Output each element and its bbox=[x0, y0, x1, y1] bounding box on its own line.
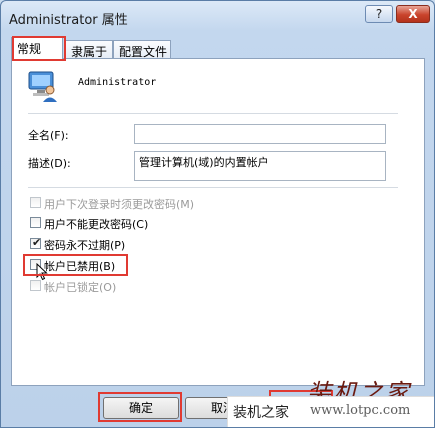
description-input[interactable]: 管理计算机(域)的内置帐户 bbox=[134, 151, 386, 181]
user-icon bbox=[28, 71, 57, 102]
separator bbox=[28, 187, 398, 188]
help-button[interactable]: ? bbox=[365, 5, 393, 23]
general-panel: Administrator 全名(F): 描述(D): 管理计算机(域)的内置帐… bbox=[11, 58, 425, 386]
checkbox-cannot-change-password[interactable] bbox=[30, 217, 41, 228]
close-button[interactable]: X bbox=[396, 5, 430, 23]
fullname-input[interactable] bbox=[134, 124, 386, 144]
separator bbox=[28, 113, 398, 114]
tab-highlight bbox=[12, 36, 66, 61]
description-label: 描述(D): bbox=[28, 157, 71, 170]
watermark-text: 装机之家 bbox=[233, 405, 289, 421]
properties-window: Administrator 属性 ? X 常规 隶属于 配置文件 Adminis… bbox=[0, 0, 435, 428]
watermark-url: www.lotpc.com bbox=[310, 403, 411, 418]
tab-member-of[interactable]: 隶属于 bbox=[65, 40, 113, 59]
tab-profile[interactable]: 配置文件 bbox=[113, 40, 171, 59]
checkbox-account-locked[interactable] bbox=[30, 280, 41, 291]
user-name: Administrator bbox=[78, 77, 157, 88]
checkbox-must-change-password[interactable] bbox=[30, 197, 41, 208]
watermark-banner: 装机之家 www.lotpc.com bbox=[227, 396, 434, 427]
checkbox-password-never-expires[interactable]: ✔ bbox=[30, 236, 42, 249]
fullname-label: 全名(F): bbox=[28, 129, 69, 142]
disabled-option-highlight bbox=[23, 254, 128, 276]
window-title: Administrator 属性 bbox=[9, 13, 128, 28]
checkmark-icon: ✔ bbox=[32, 236, 42, 249]
title-bar[interactable]: Administrator 属性 ? X bbox=[1, 1, 434, 31]
ok-button-highlight bbox=[98, 392, 182, 422]
